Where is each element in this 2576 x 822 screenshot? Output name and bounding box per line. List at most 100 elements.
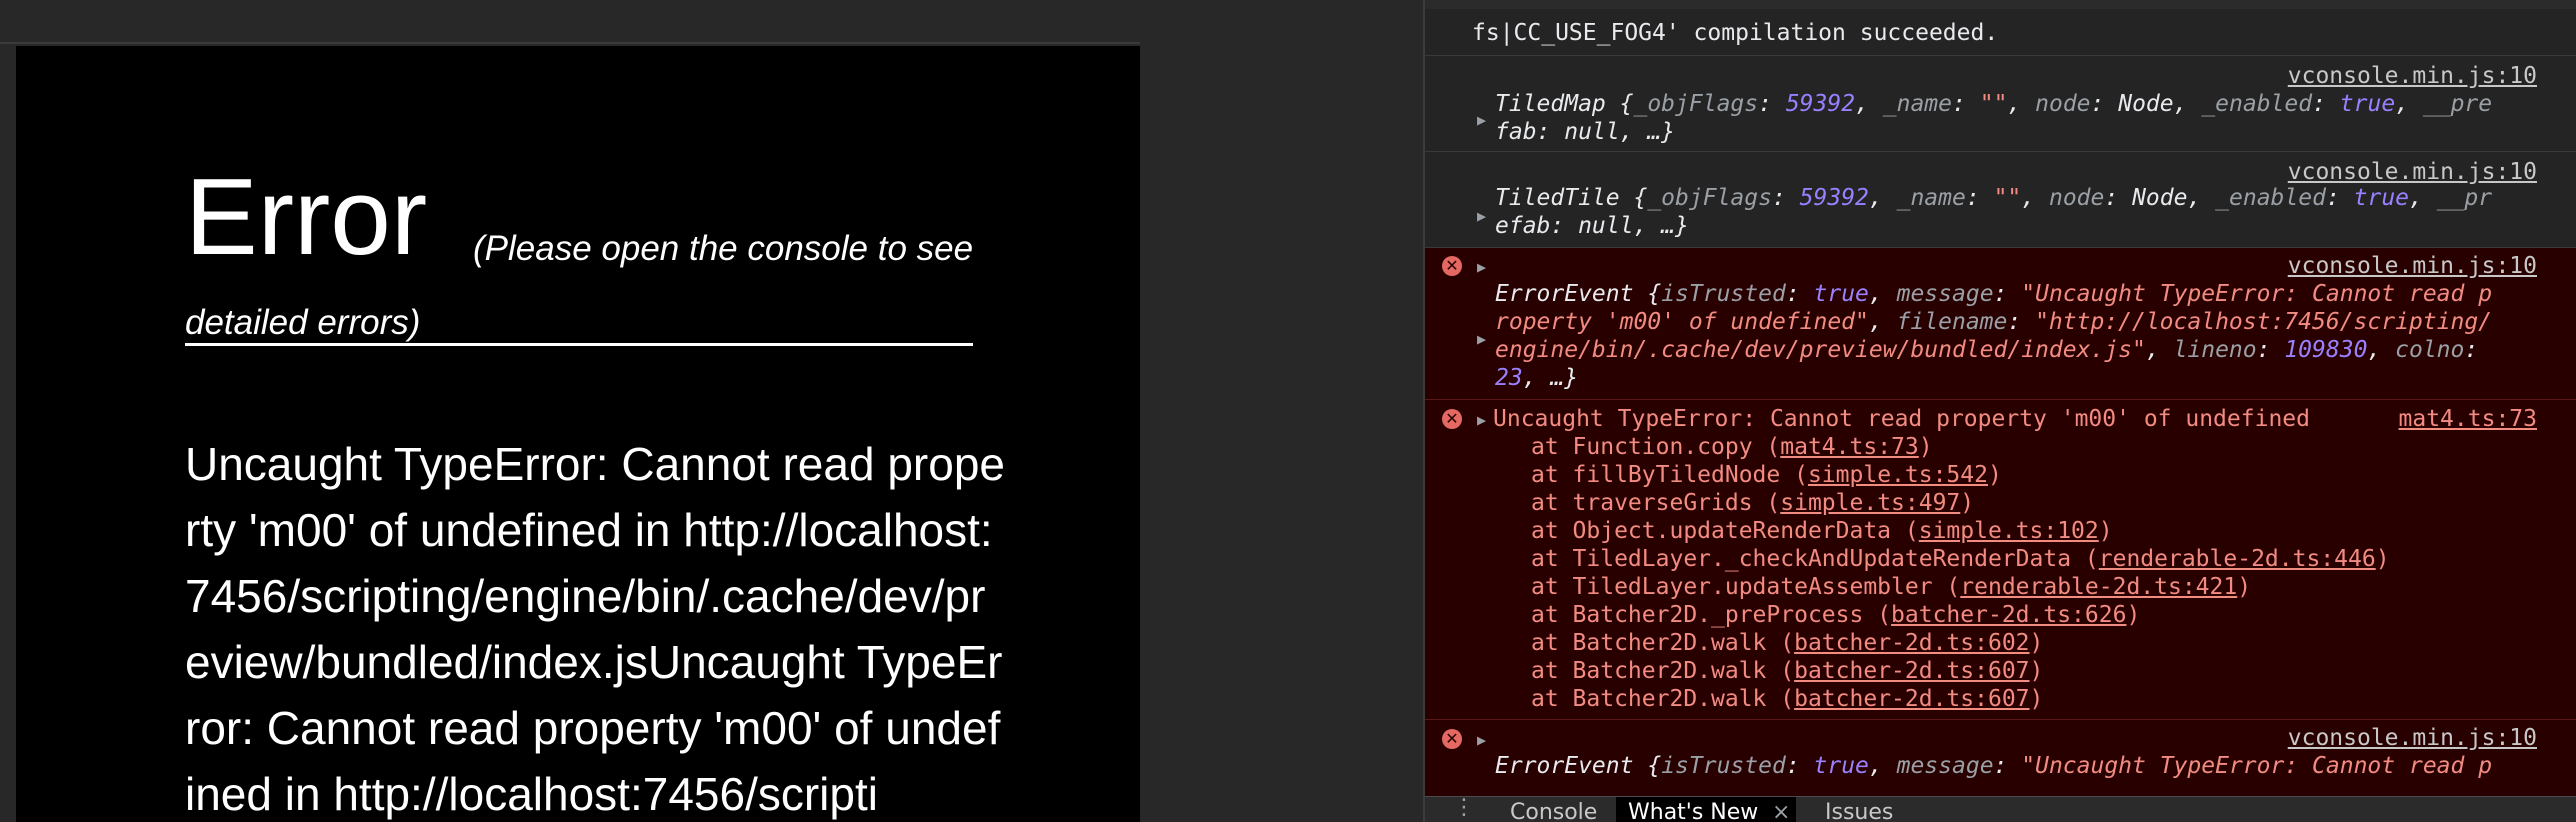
source-link[interactable]: vconsole.min.js:10 bbox=[2288, 159, 2537, 185]
close-icon[interactable]: × bbox=[1772, 797, 1790, 822]
stack-frame-function: at traverseGrids bbox=[1531, 490, 1753, 516]
object-name: ErrorEvent bbox=[1495, 753, 1634, 779]
error-icon: ✕ bbox=[1442, 409, 1462, 429]
console-entry-tiledtile[interactable]: vconsole.min.js:10 ▶ TiledTile {_objFlag… bbox=[1425, 152, 2576, 248]
stack-frame: at fillByTiledNode (simple.ts:542) bbox=[1531, 462, 2002, 488]
object-preview-cont: efab: null, …} bbox=[1495, 213, 1689, 239]
stack-frame: at traverseGrids (simple.ts:497) bbox=[1531, 490, 1975, 516]
errorevent-line-1: ErrorEvent {isTrusted: true, message: "U… bbox=[1495, 753, 2493, 779]
stack-frame-link[interactable]: simple.ts:542 bbox=[1808, 462, 1988, 488]
devtools-panel: fs|CC_USE_FOG4' compilation succeeded. v… bbox=[1423, 0, 2576, 822]
enabled-value: true bbox=[2353, 185, 2410, 211]
stack-frame: at TiledLayer.updateAssembler (renderabl… bbox=[1531, 574, 2252, 600]
tab-label: What's New bbox=[1628, 800, 1759, 822]
expand-triangle-icon[interactable]: ▶ bbox=[1477, 330, 1486, 348]
toolbar-remnant bbox=[1425, 0, 2576, 9]
stack-frame-link[interactable]: simple.ts:102 bbox=[1919, 518, 2099, 544]
error-icon: ✕ bbox=[1442, 256, 1462, 276]
preview-tail: , …} bbox=[1522, 365, 1579, 391]
message-value-cont: roperty 'm00' of undefined" bbox=[1495, 309, 1869, 335]
stack-frame: at Function.copy (mat4.ts:73) bbox=[1531, 434, 1933, 460]
name-value: "" bbox=[1979, 91, 2008, 117]
lineno-value: 109830 bbox=[2284, 337, 2368, 363]
stack-frame-function: at TiledLayer._checkAndUpdateRenderData bbox=[1531, 546, 2072, 572]
node-value: Node bbox=[2132, 185, 2188, 211]
tab-whats-new[interactable]: What's New × bbox=[1616, 797, 1796, 822]
errorevent-line-2: roperty 'm00' of undefined", filename: "… bbox=[1495, 309, 2493, 335]
stack-frame-function: at Function.copy bbox=[1531, 434, 1753, 460]
message-value: "Uncaught TypeError: Cannot read p bbox=[2021, 753, 2493, 779]
log-line: fs|CC_USE_FOG4' compilation succeeded. bbox=[1472, 20, 1999, 46]
object-name: ErrorEvent bbox=[1495, 281, 1634, 307]
object-preview-cont: fab: null, …} bbox=[1495, 119, 1676, 145]
name-value: "" bbox=[1993, 185, 2022, 211]
expand-triangle-icon[interactable]: ▶ bbox=[1477, 207, 1486, 225]
error-message: Uncaught TypeError: Cannot read property… bbox=[1493, 406, 2310, 432]
stack-frame-function: at Object.updateRenderData bbox=[1531, 518, 1892, 544]
expand-triangle-icon[interactable]: ▶ bbox=[1477, 411, 1486, 429]
error-divider bbox=[185, 343, 973, 346]
message-value: "Uncaught TypeError: Cannot read p bbox=[2021, 281, 2493, 307]
tab-console[interactable]: Console bbox=[1500, 797, 1607, 822]
stack-frame-function: at Batcher2D.walk bbox=[1531, 658, 1767, 684]
stack-frame-link[interactable]: batcher-2d.ts:626 bbox=[1891, 602, 2126, 628]
preview-tail: __pre bbox=[2422, 91, 2493, 117]
stack-frame-link[interactable]: batcher-2d.ts:607 bbox=[1794, 658, 2029, 684]
drawer-tab-bar: ⋮ Console What's New × Issues bbox=[1425, 795, 2576, 822]
tab-issues[interactable]: Issues bbox=[1815, 797, 1903, 822]
object-preview: TiledTile {_objFlags: 59392, _name: "", … bbox=[1495, 185, 2493, 211]
objflags-value: 59392 bbox=[1799, 185, 1869, 211]
stack-frame-function: at Batcher2D.walk bbox=[1531, 630, 1767, 656]
errorevent-line-1: ErrorEvent {isTrusted: true, message: "U… bbox=[1495, 281, 2493, 307]
stack-frame-link[interactable]: renderable-2d.ts:446 bbox=[2099, 546, 2376, 572]
stack-frame-link[interactable]: batcher-2d.ts:602 bbox=[1794, 630, 2029, 656]
stack-frame: at Batcher2D.walk (batcher-2d.ts:602) bbox=[1531, 630, 2044, 656]
vertical-dots-icon[interactable]: ⋮ bbox=[1453, 795, 1475, 820]
istrusted-value: true bbox=[1813, 753, 1869, 779]
expand-triangle-icon[interactable]: ▶ bbox=[1477, 258, 1486, 276]
stack-frame-link[interactable]: renderable-2d.ts:421 bbox=[1960, 574, 2237, 600]
errorevent-line-4: 23, …} bbox=[1495, 365, 1578, 391]
stack-frame-function: at TiledLayer.updateAssembler bbox=[1531, 574, 1933, 600]
node-value: Node bbox=[2118, 91, 2174, 117]
stack-frame-function: at Batcher2D.walk bbox=[1531, 686, 1767, 712]
source-link[interactable]: vconsole.min.js:10 bbox=[2288, 63, 2537, 89]
filename-value: "http://localhost:7456/scripting/ bbox=[2035, 309, 2493, 335]
filename-value-cont: engine/bin/.cache/dev/preview/bundled/in… bbox=[1495, 337, 2146, 363]
source-link[interactable]: vconsole.min.js:10 bbox=[2288, 253, 2537, 279]
viewport-top-border bbox=[0, 42, 1140, 44]
expand-triangle-icon[interactable]: ▶ bbox=[1477, 111, 1486, 129]
objflags-value: 59392 bbox=[1785, 91, 1856, 117]
error-hint: (Please open the console to see detailed… bbox=[185, 212, 1005, 360]
istrusted-value: true bbox=[1813, 281, 1869, 307]
stack-frame: at Object.updateRenderData (simple.ts:10… bbox=[1531, 518, 2113, 544]
console-entry-errorevent[interactable]: ✕ ▶ vconsole.min.js:10 ErrorEvent {isTru… bbox=[1425, 248, 2576, 400]
stack-frame-function: at Batcher2D._preProcess bbox=[1531, 602, 1864, 628]
stack-frame-function: at fillByTiledNode bbox=[1531, 462, 1781, 488]
stack-frame: at Batcher2D._preProcess (batcher-2d.ts:… bbox=[1531, 602, 2141, 628]
stack-frame: at Batcher2D.walk (batcher-2d.ts:607) bbox=[1531, 686, 2044, 712]
console-entry-compile: fs|CC_USE_FOG4' compilation succeeded. bbox=[1425, 0, 2576, 56]
console-entry-tiledmap[interactable]: vconsole.min.js:10 ▶ TiledMap {_objFlags… bbox=[1425, 56, 2576, 152]
stack-frame: at TiledLayer._checkAndUpdateRenderData … bbox=[1531, 546, 2390, 572]
game-preview-panel: Error (Please open the console to see de… bbox=[16, 46, 1140, 822]
object-name: TiledMap bbox=[1495, 91, 1606, 117]
colno-value: 23 bbox=[1495, 365, 1523, 391]
enabled-value: true bbox=[2339, 91, 2396, 117]
error-message: Uncaught TypeError: Cannot read property… bbox=[185, 438, 1005, 820]
console-entry-errorevent-2[interactable]: ✕ ▶ vconsole.min.js:10 ErrorEvent {isTru… bbox=[1425, 720, 2576, 796]
source-link[interactable]: mat4.ts:73 bbox=[2399, 406, 2537, 432]
console-entry-uncaught-error[interactable]: ✕ ▶ Uncaught TypeError: Cannot read prop… bbox=[1425, 400, 2576, 720]
errorevent-line-3: engine/bin/.cache/dev/preview/bundled/in… bbox=[1495, 337, 2479, 363]
error-hint-text: (Please open the console to see detailed… bbox=[185, 229, 974, 342]
error-icon: ✕ bbox=[1442, 729, 1462, 749]
object-preview: TiledMap {_objFlags: 59392, _name: "", n… bbox=[1495, 91, 2493, 117]
stack-frame: at Batcher2D.walk (batcher-2d.ts:607) bbox=[1531, 658, 2044, 684]
stack-frame-link[interactable]: mat4.ts:73 bbox=[1780, 434, 1918, 460]
source-link[interactable]: vconsole.min.js:10 bbox=[2288, 725, 2537, 751]
object-name: TiledTile bbox=[1495, 185, 1620, 211]
preview-tail: __pr bbox=[2436, 185, 2493, 211]
stack-frame-link[interactable]: simple.ts:497 bbox=[1780, 490, 1960, 516]
stack-frame-link[interactable]: batcher-2d.ts:607 bbox=[1794, 686, 2029, 712]
expand-triangle-icon[interactable]: ▶ bbox=[1477, 731, 1486, 749]
